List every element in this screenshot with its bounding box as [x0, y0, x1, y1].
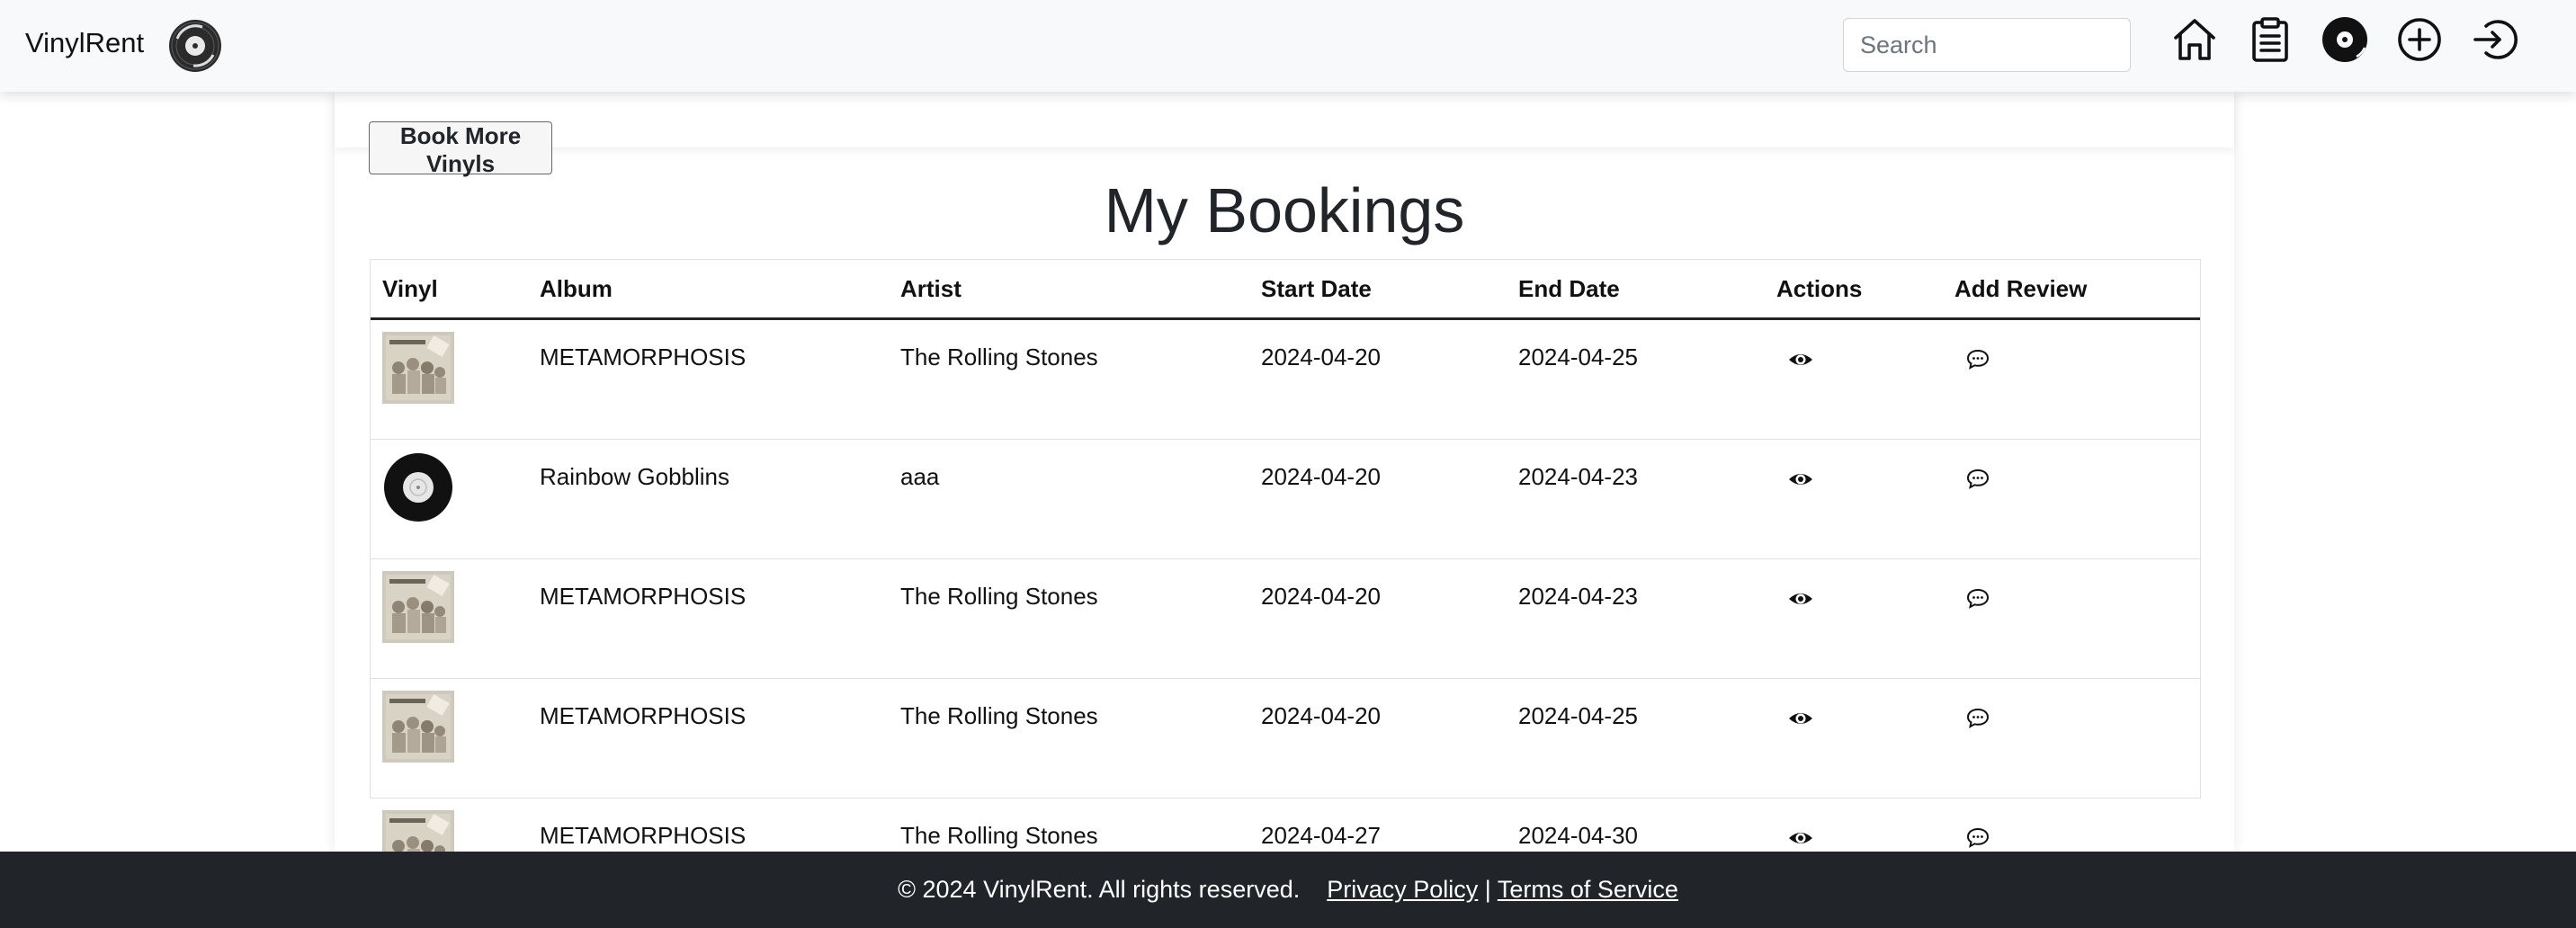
chat-icon[interactable]: [1965, 466, 1990, 497]
chat-icon[interactable]: [1965, 585, 1990, 617]
start-date-cell: 2024-04-20: [1249, 318, 1507, 440]
header-add-review: Add Review: [1943, 260, 2200, 320]
footer: © 2024 VinylRent. All rights reserved. Pr…: [0, 852, 2576, 928]
artist-cell: aaa: [889, 439, 1249, 559]
home-icon[interactable]: [2170, 15, 2219, 64]
footer-separator: |: [1484, 876, 1491, 903]
header-end-date: End Date: [1507, 260, 1765, 320]
clipboard-icon[interactable]: [2246, 15, 2294, 64]
table-row: METAMORPHOSIS The Rolling Stones 2024-04…: [371, 318, 2200, 440]
header-actions: Actions: [1765, 260, 1943, 320]
header-vinyl: Vinyl: [371, 260, 528, 320]
table-row: METAMORPHOSIS The Rolling Stones 2024-04…: [371, 558, 2200, 679]
eye-icon[interactable]: [1787, 585, 1814, 619]
bookings-table: Vinyl Album Artist Start Date End Date A…: [370, 259, 2201, 882]
search-input[interactable]: [1843, 18, 2131, 72]
eye-icon[interactable]: [1787, 466, 1814, 499]
album-cell: METAMORPHOSIS: [528, 558, 889, 679]
terms-of-service-link[interactable]: Terms of Service: [1498, 876, 1678, 903]
end-date-cell: 2024-04-23: [1507, 439, 1765, 559]
start-date-cell: 2024-04-20: [1249, 558, 1507, 679]
navbar: VinylRent: [0, 0, 2576, 92]
book-more-vinyls-button[interactable]: Book More Vinyls: [369, 121, 552, 177]
end-date-cell: 2024-04-23: [1507, 558, 1765, 679]
actions-cell: [1765, 678, 1943, 799]
actions-cell: [1765, 439, 1943, 559]
vinyl-cell: [371, 558, 528, 679]
add-review-cell: [1943, 439, 2200, 559]
vinyl-cell: [371, 318, 528, 440]
album-cell: Rainbow Gobblins: [528, 439, 889, 559]
vinyl-cell: [371, 678, 528, 799]
artist-cell: The Rolling Stones: [889, 558, 1249, 679]
chat-icon[interactable]: [1965, 346, 1990, 378]
table-row: METAMORPHOSIS The Rolling Stones 2024-04…: [371, 678, 2200, 799]
artist-cell: The Rolling Stones: [889, 318, 1249, 440]
start-date-cell: 2024-04-20: [1249, 678, 1507, 799]
header-album: Album: [528, 260, 889, 320]
brand-name[interactable]: VinylRent: [25, 27, 144, 59]
plus-circle-icon[interactable]: [2395, 15, 2444, 64]
album-cover-image: [382, 691, 516, 763]
login-icon[interactable]: [2470, 15, 2518, 64]
copyright-text: © 2024 VinylRent. All rights reserved.: [898, 876, 1301, 903]
actions-cell: [1765, 318, 1943, 440]
start-date-cell: 2024-04-20: [1249, 439, 1507, 559]
end-date-cell: 2024-04-25: [1507, 678, 1765, 799]
album-cover-image: [382, 571, 516, 643]
album-cell: METAMORPHOSIS: [528, 318, 889, 440]
privacy-policy-link[interactable]: Privacy Policy: [1327, 876, 1478, 903]
album-cover-image: [382, 332, 516, 404]
end-date-cell: 2024-04-25: [1507, 318, 1765, 440]
table-header-row: Vinyl Album Artist Start Date End Date A…: [371, 260, 2200, 320]
vinyl-disc-icon[interactable]: [2321, 15, 2369, 64]
add-review-cell: [1943, 678, 2200, 799]
header-artist: Artist: [889, 260, 1249, 320]
vinyl-cell: [371, 439, 528, 559]
add-review-cell: [1943, 318, 2200, 440]
add-review-cell: [1943, 558, 2200, 679]
header-start-date: Start Date: [1249, 260, 1507, 320]
artist-cell: The Rolling Stones: [889, 678, 1249, 799]
page-title: My Bookings: [1104, 175, 1465, 245]
top-strip: [335, 92, 2234, 147]
actions-cell: [1765, 558, 1943, 679]
main-container: Book More Vinyls My Bookings Vinyl Album…: [335, 92, 2234, 882]
vinyl-logo-icon[interactable]: [168, 19, 222, 73]
chat-icon[interactable]: [1965, 705, 1990, 736]
album-cell: METAMORPHOSIS: [528, 678, 889, 799]
eye-icon[interactable]: [1787, 705, 1814, 738]
table-row: Rainbow Gobblins aaa 2024-04-20 2024-04-…: [371, 439, 2200, 559]
vinyl-record-image: [382, 451, 516, 523]
eye-icon[interactable]: [1787, 346, 1814, 379]
